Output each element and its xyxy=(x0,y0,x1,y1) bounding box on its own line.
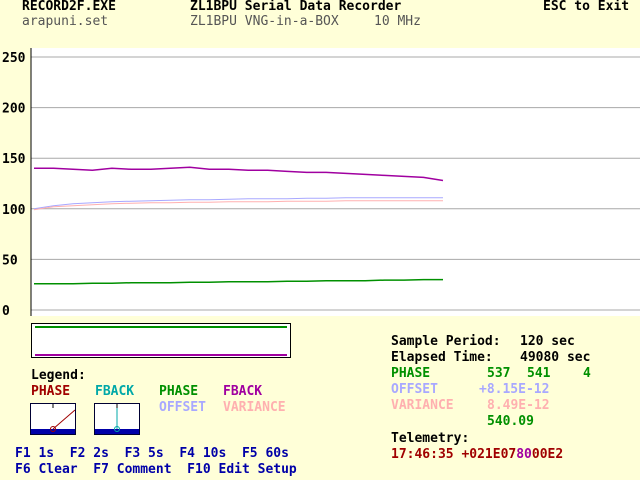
y-tick-label: 50 xyxy=(2,253,18,268)
telemetry-part-a: 17:46:35 +021E07 xyxy=(391,447,517,462)
telemetry-part-c: 00E2 xyxy=(531,447,564,462)
telemetry-part-b: 80 xyxy=(516,447,532,462)
offset-value: +8.15E-12 xyxy=(479,382,550,397)
legend-title: Legend: xyxy=(31,368,86,383)
plot-area xyxy=(31,48,640,316)
telemetry-label: Telemetry: xyxy=(391,431,470,446)
sample-period-value: 120 sec xyxy=(520,334,575,349)
legend-fback: FBACK xyxy=(223,384,263,399)
variance-value: 8.49E-12 xyxy=(487,398,550,413)
offset-label: OFFSET xyxy=(391,382,438,397)
y-tick-label: 0 xyxy=(2,304,10,318)
setup-file: arapuni.set xyxy=(22,14,109,29)
telemetry-value: 17:46:35 +021E078000E2 xyxy=(391,448,563,462)
fback-meter xyxy=(94,403,140,435)
variance-label: VARIANCE xyxy=(391,398,454,413)
function-keys-row1[interactable]: F1 1s F2 2s F3 5s F4 10s F5 60s xyxy=(15,447,289,461)
elapsed-value: 49080 sec xyxy=(520,350,591,365)
legend-offset: OFFSET xyxy=(159,400,206,415)
function-keys-row2[interactable]: F6 Clear F7 Comment F10 Edit Setup xyxy=(15,463,297,477)
subtitle: ZL1BPU VNG-in-a-BOX xyxy=(190,14,339,29)
overview-fback-line xyxy=(35,354,287,356)
y-tick-label: 150 xyxy=(2,152,26,167)
legend-meter-phase: PHASE xyxy=(31,384,71,399)
sample-period-label: Sample Period: xyxy=(391,334,501,349)
elapsed-label: Elapsed Time: xyxy=(391,350,493,365)
phase-value-3: 4 xyxy=(583,366,591,381)
app-title: ZL1BPU Serial Data Recorder xyxy=(190,0,402,14)
overview-strip xyxy=(31,323,291,358)
phase-value-2: 541 xyxy=(527,366,551,381)
phase-value-1: 537 xyxy=(487,366,511,381)
phase-meter xyxy=(30,403,76,435)
legend-phase: PHASE xyxy=(159,384,199,399)
average-value: 540.09 xyxy=(487,414,534,429)
legend-meter-fback: FBACK xyxy=(95,384,135,399)
phase-label: PHASE xyxy=(391,366,431,381)
exit-hint[interactable]: ESC to Exit xyxy=(543,0,629,14)
program-name: RECORD2F.EXE xyxy=(22,0,116,14)
strip-chart: 250 200 150 100 50 0 xyxy=(2,48,640,318)
y-tick-label: 250 xyxy=(2,51,26,66)
y-tick-label: 200 xyxy=(2,102,26,117)
legend-variance: VARIANCE xyxy=(223,400,286,415)
frequency: 10 MHz xyxy=(374,14,421,29)
overview-phase-line xyxy=(35,326,287,328)
y-tick-label: 100 xyxy=(2,203,26,218)
